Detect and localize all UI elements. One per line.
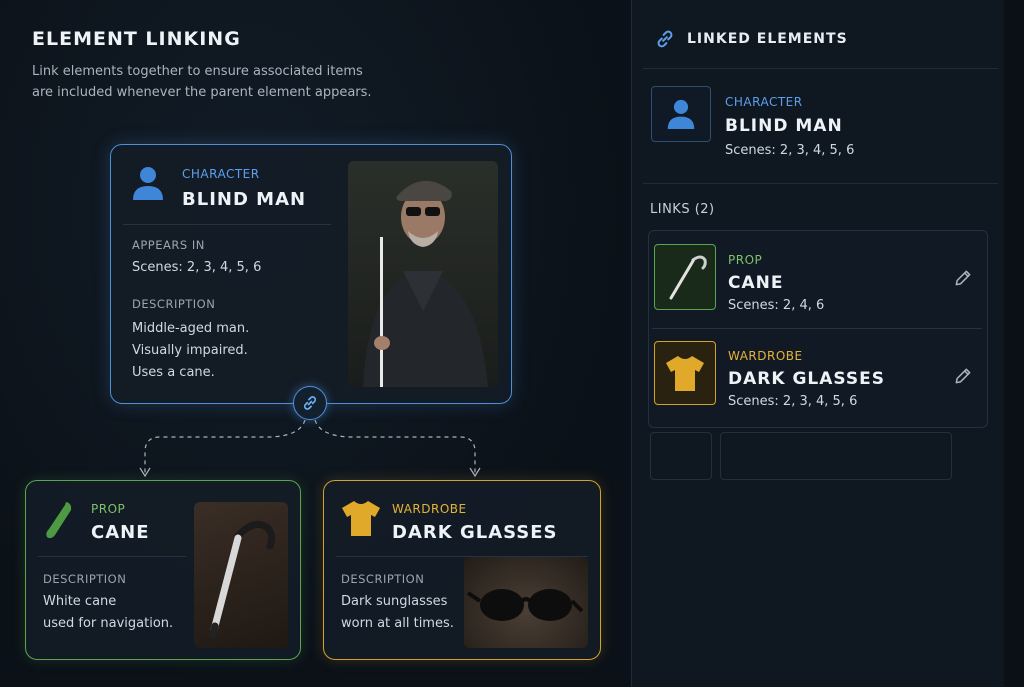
link-thumbnail <box>654 341 716 405</box>
cane-icon <box>669 255 707 300</box>
person-icon <box>667 99 695 129</box>
selected-type: CHARACTER <box>725 95 803 109</box>
child-element-card-dark-glasses[interactable]: WARDROBE DARK GLASSES DESCRIPTION Dark s… <box>323 480 601 660</box>
description-text: Dark sunglasses worn at all times. <box>341 591 454 635</box>
description-label: DESCRIPTION <box>132 297 216 311</box>
description-line: Visually impaired. <box>132 343 248 358</box>
description-line: worn at all times. <box>341 616 454 631</box>
description-label: DESCRIPTION <box>341 572 425 586</box>
description-text: White cane used for navigation. <box>43 591 173 635</box>
element-name: BLIND MAN <box>182 189 307 210</box>
selected-name: BLIND MAN <box>725 116 843 136</box>
scenes-value: Scenes: 2, 3, 4, 5, 6 <box>132 260 262 275</box>
cane-icon <box>46 502 72 539</box>
link-icon <box>303 396 317 410</box>
description-line: used for navigation. <box>43 616 174 631</box>
parent-element-card[interactable]: CHARACTER BLIND MAN APPEARS IN Scenes: 2… <box>110 144 512 404</box>
link-type: PROP <box>728 253 763 267</box>
link-name: DARK GLASSES <box>728 369 885 389</box>
divider <box>123 224 331 225</box>
description-line: Middle-aged man. <box>132 321 250 336</box>
appears-in-label: APPEARS IN <box>132 238 205 252</box>
element-type: CHARACTER <box>182 167 260 181</box>
link-thumbnail <box>654 244 716 310</box>
selected-thumbnail <box>651 86 711 142</box>
shirt-icon <box>666 356 704 391</box>
cane-photo <box>194 502 288 648</box>
shirt-icon <box>342 501 380 536</box>
link-button[interactable] <box>293 386 327 420</box>
edit-pencil-icon[interactable] <box>953 268 973 288</box>
link-scenes: Scenes: 2, 4, 6 <box>728 298 825 313</box>
child-element-card-cane[interactable]: PROP CANE DESCRIPTION White cane used fo… <box>25 480 301 660</box>
links-count-label: LINKS (2) <box>650 202 715 217</box>
panel-title: LINKED ELEMENTS <box>687 31 848 47</box>
divider <box>38 556 186 557</box>
blind-man-illustration <box>363 180 488 387</box>
divider <box>652 328 982 329</box>
description-text: Middle-aged man. Visually impaired. Uses… <box>132 318 249 384</box>
link-type: WARDROBE <box>728 349 803 363</box>
description-label: DESCRIPTION <box>43 572 127 586</box>
description-line: White cane <box>43 594 117 609</box>
element-type: WARDROBE <box>392 502 467 516</box>
divider <box>643 183 998 184</box>
link-scenes: Scenes: 2, 3, 4, 5, 6 <box>728 394 858 409</box>
selected-scenes: Scenes: 2, 3, 4, 5, 6 <box>725 143 855 158</box>
description-line: Uses a cane. <box>132 365 215 380</box>
element-name: DARK GLASSES <box>392 522 558 543</box>
element-name: CANE <box>91 522 150 543</box>
person-icon <box>133 167 163 200</box>
cane-illustration <box>209 520 276 639</box>
glasses-photo <box>464 557 588 648</box>
character-photo <box>348 161 498 387</box>
link-icon <box>657 30 673 48</box>
element-type: PROP <box>91 502 126 516</box>
description-line: Dark sunglasses <box>341 594 448 609</box>
faded-add-link-area <box>650 432 952 482</box>
glasses-illustration <box>466 589 584 621</box>
window-edge <box>1004 0 1024 687</box>
link-name: CANE <box>728 273 784 293</box>
divider <box>643 68 998 69</box>
edit-pencil-icon[interactable] <box>953 366 973 386</box>
